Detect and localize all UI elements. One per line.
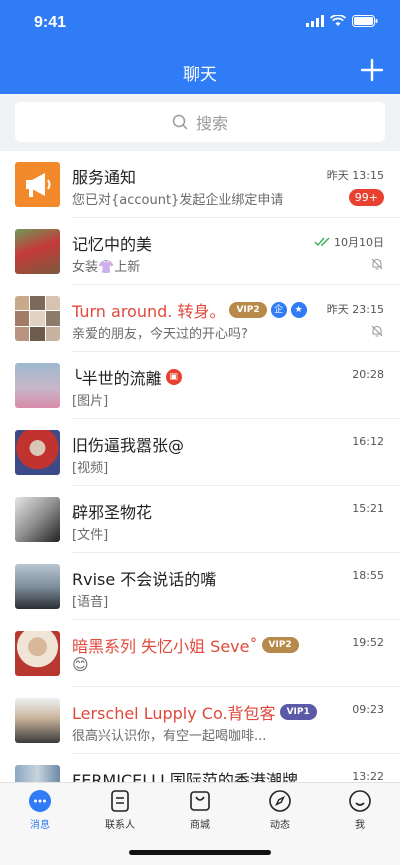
chat-name: Rvise 不会说话的嘴 bbox=[72, 570, 217, 589]
chat-row[interactable]: 服务通知 您已对{account}发起企业绑定申请 昨天 13:15 99+ bbox=[0, 151, 400, 218]
chat-name: ╰半世的流離 ▣ bbox=[72, 365, 182, 389]
status-icons bbox=[306, 15, 378, 27]
chat-name-text: Lerschel Lupply Co.背包客 bbox=[72, 704, 276, 723]
avatar bbox=[15, 430, 60, 475]
vip-badge: VIP2 bbox=[261, 637, 299, 653]
chat-name: FERMICELLI 国际范的香港潮牌 bbox=[72, 771, 298, 782]
double-check-icon bbox=[314, 237, 330, 247]
plus-icon[interactable] bbox=[360, 58, 384, 82]
chat-time: 15:21 bbox=[352, 502, 384, 515]
tab-moments[interactable]: 动态 bbox=[240, 789, 320, 839]
chat-message: 😊 bbox=[72, 655, 89, 674]
battery-icon bbox=[352, 15, 378, 27]
chat-name-text: 暗黑系列 失忆小姐 Seve˚ bbox=[72, 637, 258, 656]
chat-name: 记忆中的美 bbox=[72, 235, 153, 254]
profile-icon bbox=[349, 790, 371, 812]
tab-label: 商城 bbox=[190, 820, 210, 831]
tab-contacts[interactable]: 联系人 bbox=[80, 789, 160, 839]
avatar bbox=[15, 162, 60, 207]
chat-name-text: Turn around. 转身。 bbox=[72, 302, 226, 321]
status-time: 9:41 bbox=[34, 14, 67, 31]
home-indicator bbox=[129, 850, 271, 855]
tab-label: 动态 bbox=[270, 820, 290, 831]
avatar bbox=[15, 698, 60, 743]
chat-time: 昨天 13:15 bbox=[326, 169, 384, 182]
chat-name: 服务通知 bbox=[72, 168, 137, 187]
chat-row[interactable]: 记忆中的美 女装👚上新 10月10日 bbox=[0, 218, 400, 285]
avatar bbox=[15, 497, 60, 542]
chat-name-text: ╰半世的流離 bbox=[72, 369, 162, 388]
chat-row[interactable]: ╰半世的流離 ▣ [图片] 20:28 bbox=[0, 352, 400, 419]
chat-time: 18:55 bbox=[352, 569, 384, 582]
message-suffix: 上新 bbox=[114, 260, 141, 275]
tab-bar: 消息 联系人 商城 动态 我 bbox=[0, 782, 400, 865]
search-area: 搜索 bbox=[0, 94, 400, 151]
search-placeholder: 搜索 bbox=[195, 114, 228, 133]
chat-time: 20:28 bbox=[352, 368, 384, 381]
avatar bbox=[15, 765, 60, 782]
chat-name: Turn around. 转身。 VIP2 企 ★ bbox=[72, 298, 307, 322]
vip-badge: VIP1 bbox=[279, 704, 317, 720]
avatar bbox=[15, 363, 60, 408]
tab-messages[interactable]: 消息 bbox=[0, 789, 80, 839]
avatar bbox=[15, 631, 60, 676]
tab-label: 联系人 bbox=[105, 820, 135, 831]
chat-message: [图片] bbox=[72, 394, 109, 409]
chat-row[interactable]: FERMICELLI 国际范的香港潮牌 13:22 bbox=[0, 754, 400, 782]
page-title: 聊天 bbox=[183, 65, 217, 85]
mute-bell-icon bbox=[371, 258, 383, 270]
message-prefix: 女装 bbox=[72, 260, 99, 275]
unread-badge: 99+ bbox=[348, 189, 384, 206]
chat-name: 辟邪圣物花 bbox=[72, 503, 153, 522]
hot-badge-icon: ▣ bbox=[165, 369, 182, 385]
chat-row[interactable]: Turn around. 转身。 VIP2 企 ★ 亲爱的朋友，今天过的开心吗?… bbox=[0, 285, 400, 352]
chat-list: 服务通知 您已对{account}发起企业绑定申请 昨天 13:15 99+ 记… bbox=[0, 151, 400, 782]
enterprise-badge: 企 bbox=[270, 302, 287, 318]
chat-row[interactable]: Lerschel Lupply Co.背包客 VIP1 很高兴认识你，有空一起喝… bbox=[0, 687, 400, 754]
dress-icon: 👚 bbox=[98, 260, 115, 275]
chat-row[interactable]: 旧伤逼我嚣张@ [视频] 16:12 bbox=[0, 419, 400, 486]
chat-time-wrap: 10月10日 bbox=[314, 234, 384, 250]
search-input[interactable]: 搜索 bbox=[15, 102, 385, 142]
tab-me[interactable]: 我 bbox=[320, 789, 400, 839]
contacts-icon bbox=[111, 790, 129, 812]
wifi-icon bbox=[330, 15, 346, 26]
vip-badge: VIP2 bbox=[229, 302, 267, 318]
avatar bbox=[15, 229, 60, 274]
chat-message: [文件] bbox=[72, 528, 109, 543]
chat-time: 昨天 23:15 bbox=[326, 303, 384, 316]
megaphone-icon bbox=[26, 173, 51, 197]
chat-message: [语音] bbox=[72, 595, 109, 610]
chat-message: 女装👚上新 bbox=[72, 256, 140, 275]
chat-name: 旧伤逼我嚣张@ bbox=[72, 436, 185, 455]
chat-time: 19:52 bbox=[352, 636, 384, 649]
chat-message: 亲爱的朋友，今天过的开心吗? bbox=[72, 327, 248, 342]
chat-time: 10月10日 bbox=[334, 236, 384, 249]
tab-label: 我 bbox=[355, 820, 365, 831]
shop-icon bbox=[190, 791, 210, 811]
chat-row[interactable]: 辟邪圣物花 [文件] 15:21 bbox=[0, 486, 400, 553]
search-icon bbox=[172, 114, 188, 130]
chat-row[interactable]: Rvise 不会说话的嘴 [语音] 18:55 bbox=[0, 553, 400, 620]
chat-name: 暗黑系列 失忆小姐 Seve˚ VIP2 bbox=[72, 633, 299, 657]
chat-time: 16:12 bbox=[352, 435, 384, 448]
tab-label: 消息 bbox=[30, 820, 50, 831]
avatar bbox=[15, 564, 60, 609]
tab-shop[interactable]: 商城 bbox=[160, 789, 240, 839]
signal-icon bbox=[306, 15, 324, 27]
star-badge-icon: ★ bbox=[290, 302, 307, 318]
chat-row[interactable]: 暗黑系列 失忆小姐 Seve˚ VIP2 😊 19:52 bbox=[0, 620, 400, 687]
group-avatar bbox=[15, 296, 60, 341]
chat-message: 您已对{account}发起企业绑定申请 bbox=[72, 193, 284, 208]
chat-name: Lerschel Lupply Co.背包客 VIP1 bbox=[72, 700, 317, 724]
compass-icon bbox=[269, 790, 291, 812]
chat-message: 很高兴认识你，有空一起喝咖啡... bbox=[72, 729, 267, 744]
chat-time: 13:22 bbox=[352, 770, 384, 782]
mute-bell-icon bbox=[371, 325, 383, 337]
app-header: 9:41 聊天 bbox=[0, 0, 400, 94]
chat-time: 09:23 bbox=[352, 703, 384, 716]
chat-message: [视频] bbox=[72, 461, 109, 476]
message-icon bbox=[29, 790, 51, 812]
